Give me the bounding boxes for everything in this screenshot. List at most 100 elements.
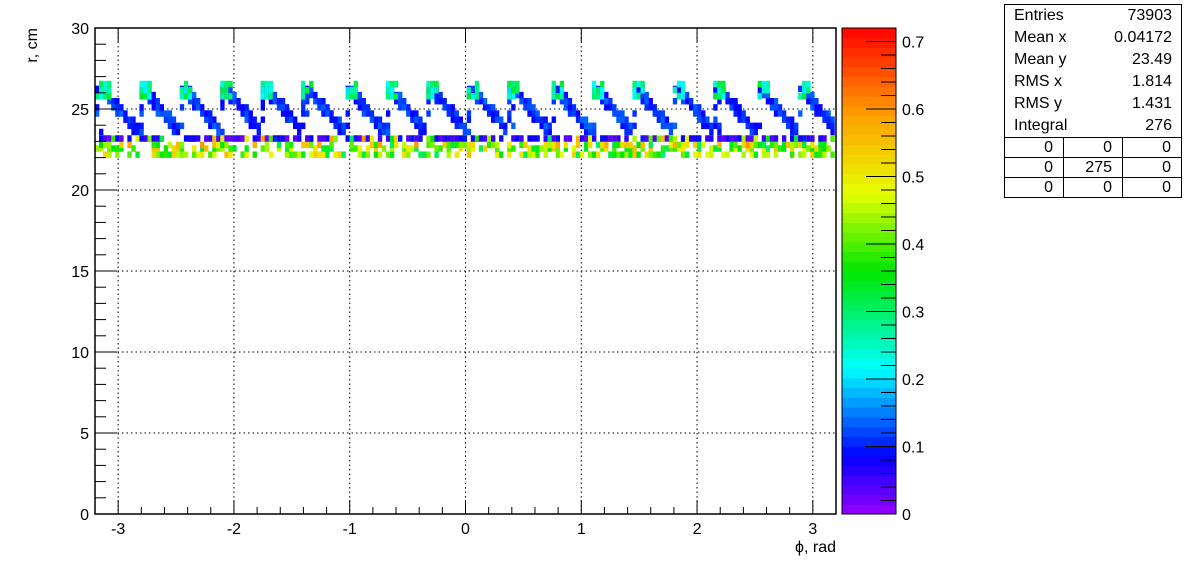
heatmap-cell [749, 128, 754, 136]
heatmap-cell [672, 141, 678, 149]
heatmap-cell [345, 135, 350, 142]
heatmap-cell [454, 116, 459, 123]
heatmap-cell [802, 141, 807, 149]
heatmap-cell [107, 93, 112, 100]
heatmap-cell [394, 93, 399, 100]
heatmap-cell [434, 86, 439, 94]
heatmap-cell [458, 135, 464, 142]
heatmap-cell [349, 141, 354, 149]
heatmap-cell [139, 104, 144, 111]
heatmap-cell [462, 128, 468, 136]
heatmap-cell [450, 135, 455, 142]
palette-swatch [842, 494, 896, 505]
heatmap-cell [822, 116, 827, 123]
heatmap-cell [741, 141, 746, 149]
y-tick-label: 0 [80, 507, 89, 524]
heatmap-cell [264, 141, 270, 149]
stats-grid-cell: 0 [1122, 138, 1181, 157]
heatmap-cell [648, 151, 653, 158]
heatmap-cell [693, 151, 698, 158]
heatmap-cell [620, 151, 625, 158]
heatmap-cell [636, 151, 641, 158]
heatmap-cell [418, 128, 423, 136]
heatmap-cell [616, 110, 621, 117]
heatmap-cell [547, 122, 552, 130]
heatmap-cell [680, 86, 686, 94]
stats-grid-cell: 0 [1122, 158, 1181, 177]
palette-swatch [842, 484, 896, 496]
heatmap-cell [442, 135, 447, 142]
heatmap-cell [511, 145, 516, 152]
heatmap-cell [171, 122, 177, 130]
heatmap-cell [818, 151, 823, 158]
palette-swatch [842, 202, 896, 214]
heatmap-cell [543, 135, 548, 142]
heatmap-cell [418, 135, 423, 142]
palette-swatch [842, 173, 896, 185]
stats-row-mean-x: Mean x 0.04172 [1005, 27, 1181, 49]
heatmap-cell [373, 122, 379, 130]
heatmap-cell [697, 110, 702, 117]
heatmap-cell [171, 128, 177, 136]
heatmap-cell [826, 145, 831, 152]
heatmap-cell [596, 86, 601, 94]
heatmap-cell [171, 145, 177, 152]
heatmap-cell [131, 122, 136, 130]
heatmap-cell [167, 110, 173, 117]
heatmap-cell [769, 97, 775, 105]
heatmap-cell [385, 122, 391, 130]
heatmap-cell [753, 128, 758, 136]
heatmap-cell [99, 80, 104, 88]
heatmap-cell [183, 80, 189, 88]
heatmap-cell [737, 145, 742, 152]
heatmap-cell [321, 110, 326, 117]
heatmap-cell [414, 110, 419, 117]
heatmap-cell [814, 151, 819, 158]
heatmap-cell [200, 151, 205, 158]
heatmap-cell [212, 122, 217, 130]
heatmap-cell [818, 141, 823, 149]
heatmap-cell [426, 141, 431, 149]
heatmap-cell [830, 122, 835, 130]
heatmap-cell [555, 141, 560, 149]
stats-row-integral: Integral 276 [1005, 115, 1181, 137]
heatmap-cell [753, 122, 758, 130]
heatmap-cell [385, 151, 391, 158]
heatmap-cell [781, 116, 787, 123]
heatmap-cell [430, 141, 435, 149]
heatmap-cell [761, 86, 767, 94]
heatmap-cell [531, 151, 536, 158]
heatmap-cell [507, 116, 512, 123]
heatmap-cell [220, 135, 225, 143]
heatmap-cell [741, 151, 746, 158]
heatmap-cell [616, 141, 621, 149]
heatmap-cell [624, 122, 629, 130]
heatmap-cell [555, 85, 560, 93]
heatmap-cell [357, 151, 362, 158]
heatmap-cell [519, 97, 524, 105]
heatmap-cell [773, 135, 779, 142]
heatmap-cell [741, 110, 746, 117]
heatmap-cell [592, 135, 597, 142]
palette-swatch [842, 300, 896, 311]
heatmap-cell [309, 151, 314, 158]
heatmap-cell [115, 145, 120, 152]
heatmap-cell [305, 141, 310, 149]
heatmap-cell [709, 128, 714, 136]
heatmap-cell [749, 151, 754, 158]
heatmap-cell [781, 135, 787, 142]
palette-swatch [842, 504, 896, 515]
heatmap-cell [798, 135, 803, 142]
heatmap-cell [329, 135, 334, 143]
heatmap-cell [600, 86, 605, 94]
heatmap-cell [798, 93, 803, 100]
heatmap-cell [559, 93, 565, 100]
heatmap-cell [656, 151, 662, 158]
heatmap-cell [785, 122, 791, 130]
heatmap-cell [426, 86, 431, 94]
heatmap-cell [115, 97, 120, 105]
heatmap-cell [482, 97, 488, 105]
heatmap-cell [175, 128, 181, 136]
heatmap-cell [292, 116, 298, 123]
palette-tick-label: 0.3 [902, 305, 924, 322]
